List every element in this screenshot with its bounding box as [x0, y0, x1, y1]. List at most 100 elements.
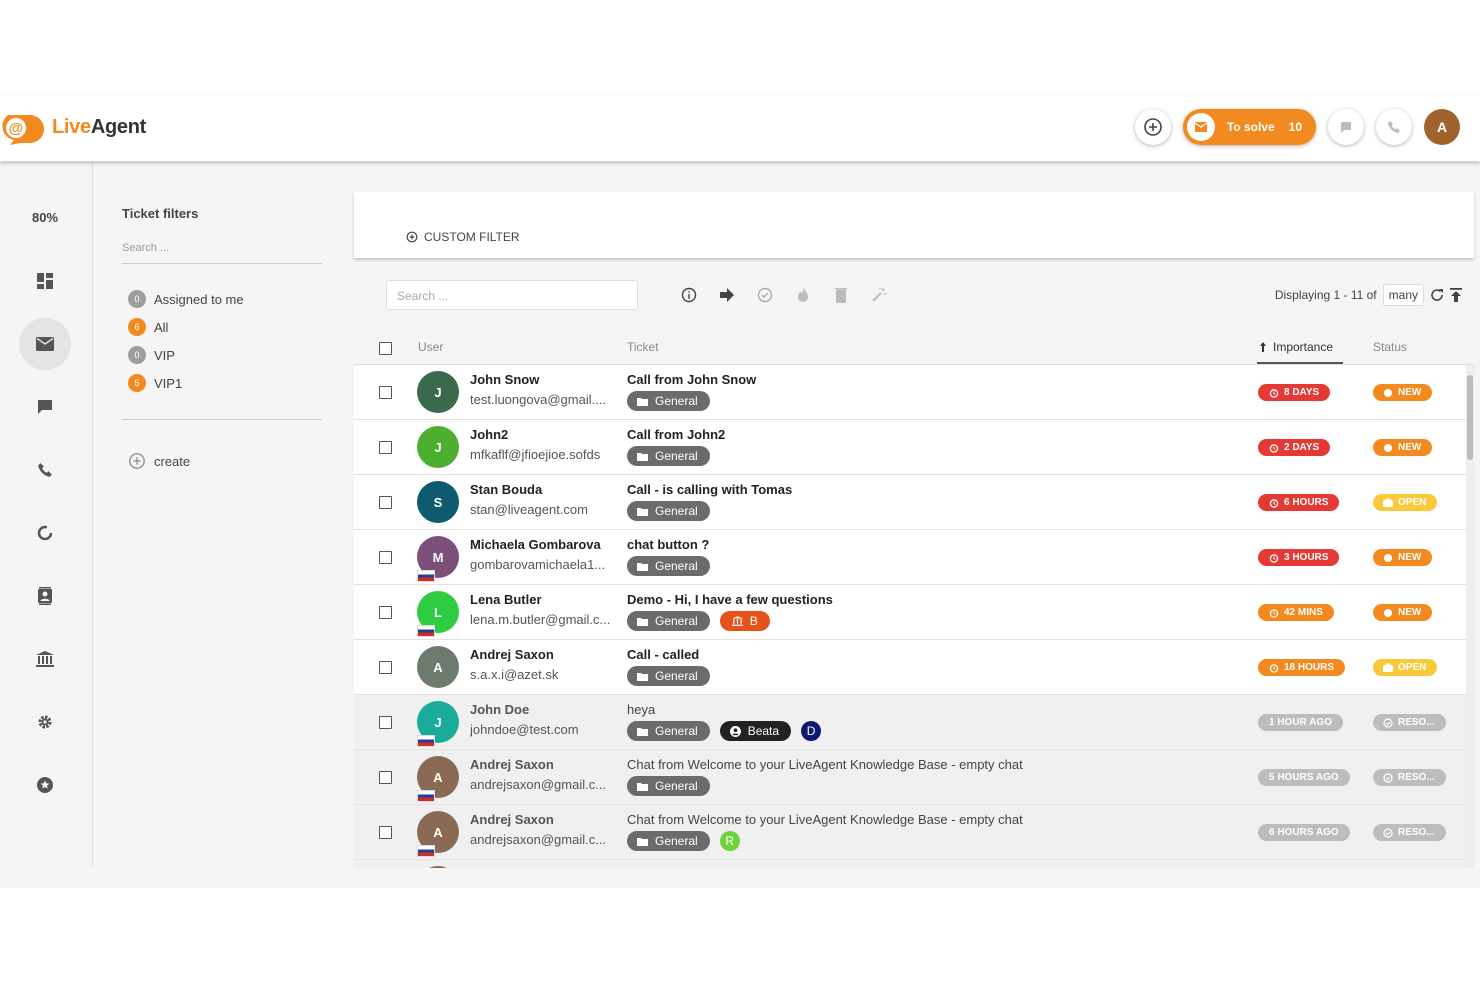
user-name[interactable]: Andrej Saxon	[470, 812, 554, 827]
ticket-subject[interactable]: Call - called	[627, 647, 699, 662]
table-row[interactable]: M Michaela Gombarova gombarovamichaela1...…	[354, 530, 1466, 585]
table-row[interactable]: J John2 mfkaflf@jfioejioe.sofds Call from J…	[354, 420, 1466, 475]
nav-tickets[interactable]	[19, 318, 71, 370]
filter-all[interactable]: 6 All	[128, 318, 168, 336]
nav-settings[interactable]	[19, 696, 71, 748]
row-checkbox[interactable]	[379, 771, 392, 784]
call-button[interactable]	[1376, 109, 1412, 145]
status-badge: RESO...	[1373, 769, 1446, 786]
user-name[interactable]: Andrej Saxon	[470, 647, 554, 662]
department-tag[interactable]: General	[627, 556, 710, 576]
liveagent-logo[interactable]: @ LiveAgent	[2, 111, 146, 145]
row-checkbox[interactable]	[379, 826, 392, 839]
importance-badge: 6 HOURS AGO	[1258, 824, 1350, 841]
row-checkbox[interactable]	[379, 551, 392, 564]
nav-reports[interactable]	[19, 507, 71, 559]
ticket-subject[interactable]: chat button ?	[627, 537, 709, 552]
table-row[interactable]: A Andrej Saxon andrejsaxon@gmail.c... Chat …	[354, 750, 1466, 805]
resolve-check-icon[interactable]	[756, 286, 774, 304]
total-count-select[interactable]: many	[1382, 284, 1424, 306]
scrollbar[interactable]	[1466, 365, 1474, 868]
user-avatar[interactable]: A	[1424, 109, 1460, 145]
to-solve-button[interactable]: To solve 10	[1182, 109, 1316, 145]
user-name[interactable]: Lena Butler	[470, 592, 542, 607]
column-ticket[interactable]: Ticket	[627, 340, 659, 354]
filters-search-input[interactable]: Search ...	[122, 242, 322, 264]
scroll-to-top-icon[interactable]	[1450, 288, 1462, 302]
table-row[interactable]: J John Doe johndoe@test.com heya General Beat…	[354, 695, 1466, 750]
filters-divider	[122, 419, 322, 420]
column-importance[interactable]: Importance	[1259, 340, 1333, 354]
row-checkbox[interactable]	[379, 606, 392, 619]
tag-circle[interactable]: R	[719, 831, 740, 851]
ticket-subject[interactable]: Demo - Hi, I have a few questions	[627, 592, 833, 607]
column-user[interactable]: User	[418, 340, 443, 354]
nav-calls[interactable]	[19, 444, 71, 496]
department-tag[interactable]: General	[627, 501, 710, 521]
fire-icon[interactable]	[794, 286, 812, 304]
ticket-search-input[interactable]: Search ...	[386, 280, 638, 310]
nav-contacts[interactable]	[19, 570, 71, 622]
refresh-icon[interactable]	[1430, 288, 1444, 302]
country-flag-icon	[417, 570, 435, 582]
table-row[interactable]: A Andrej Saxon andrejsaxon@gmail.c... Chat …	[354, 805, 1466, 860]
info-icon[interactable]	[680, 286, 698, 304]
department-tag[interactable]: General	[627, 776, 710, 796]
filter-assigned-to-me[interactable]: 0 Assigned to me	[128, 290, 244, 308]
user-name[interactable]: Michaela Gombarova	[470, 537, 601, 552]
department-tag[interactable]: General	[627, 831, 710, 851]
ticket-subject[interactable]: Call from John Snow	[627, 372, 756, 387]
forward-icon[interactable]	[718, 286, 736, 304]
add-button[interactable]	[1134, 109, 1171, 145]
table-row[interactable]: L Lena Butler lena.m.butler@gmail.c... Demo…	[354, 585, 1466, 640]
nav-dashboard[interactable]	[19, 255, 71, 307]
chat-button[interactable]	[1328, 109, 1364, 145]
tag-circle[interactable]: D	[801, 721, 822, 741]
tag-b[interactable]: B	[719, 611, 770, 631]
row-checkbox[interactable]	[379, 441, 392, 454]
column-status[interactable]: Status	[1373, 340, 1407, 354]
row-checkbox[interactable]	[379, 661, 392, 674]
nav-chats[interactable]	[19, 381, 71, 433]
status-label: RESO...	[1398, 827, 1435, 838]
utilization-percent[interactable]: 80%	[0, 210, 90, 225]
ticket-subject[interactable]: heya	[627, 702, 655, 717]
filter-vip1[interactable]: 5 VIP1	[128, 374, 182, 392]
user-name[interactable]: Stan Bouda	[470, 482, 542, 497]
status-badge: OPEN	[1373, 659, 1438, 676]
table-row[interactable]: A Andrej Saxon	[354, 860, 1466, 868]
department-tag[interactable]: General	[627, 721, 710, 741]
row-checkbox[interactable]	[379, 716, 392, 729]
table-row[interactable]: J John Snow test.luongova@gmail.... Call fr…	[354, 365, 1466, 420]
row-checkbox[interactable]	[379, 386, 392, 399]
nav-knowledge-base[interactable]	[19, 633, 71, 685]
trash-icon[interactable]	[832, 286, 850, 304]
ticket-subject[interactable]: Chat from Welcome to your LiveAgent Know…	[627, 812, 1023, 827]
department-tag[interactable]: General	[627, 446, 710, 466]
create-filter-button[interactable]: create	[128, 452, 190, 470]
department-tag[interactable]: General	[627, 611, 710, 631]
select-all-checkbox[interactable]	[379, 342, 392, 355]
user-name[interactable]: John Doe	[470, 702, 529, 717]
user-name[interactable]: John2	[470, 427, 508, 442]
ticket-subject[interactable]: Call - is calling with Tomas	[627, 482, 792, 497]
ticket-subject[interactable]: Chat from Welcome to your LiveAgent Know…	[627, 757, 1023, 772]
importance-label: 5 HOURS AGO	[1269, 772, 1339, 783]
agent-tag[interactable]: Beata	[719, 721, 792, 741]
magic-wand-icon[interactable]	[870, 286, 888, 304]
custom-filter-button[interactable]: CUSTOM FILTER	[406, 230, 520, 244]
row-checkbox[interactable]	[379, 496, 392, 509]
department-tag[interactable]: General	[627, 391, 710, 411]
table-row[interactable]: A Andrej Saxon s.a.x.i@azet.sk Call - calle…	[354, 640, 1466, 695]
user-name[interactable]: John Snow	[470, 372, 539, 387]
ticket-list: J John Snow test.luongova@gmail.... Call fr…	[354, 365, 1466, 868]
ticket-subject[interactable]: Call from John2	[627, 427, 725, 442]
user-name[interactable]: Andrej Saxon	[470, 757, 554, 772]
department-tag[interactable]: General	[627, 666, 710, 686]
user-name[interactable]: Andrej Saxon	[470, 867, 554, 868]
scrollbar-thumb[interactable]	[1467, 375, 1473, 460]
filter-vip[interactable]: 0 VIP	[128, 346, 175, 364]
importance-label: 8 DAYS	[1284, 387, 1320, 398]
nav-plugins[interactable]	[19, 759, 71, 811]
table-row[interactable]: S Stan Bouda stan@liveagent.com Call - is c…	[354, 475, 1466, 530]
